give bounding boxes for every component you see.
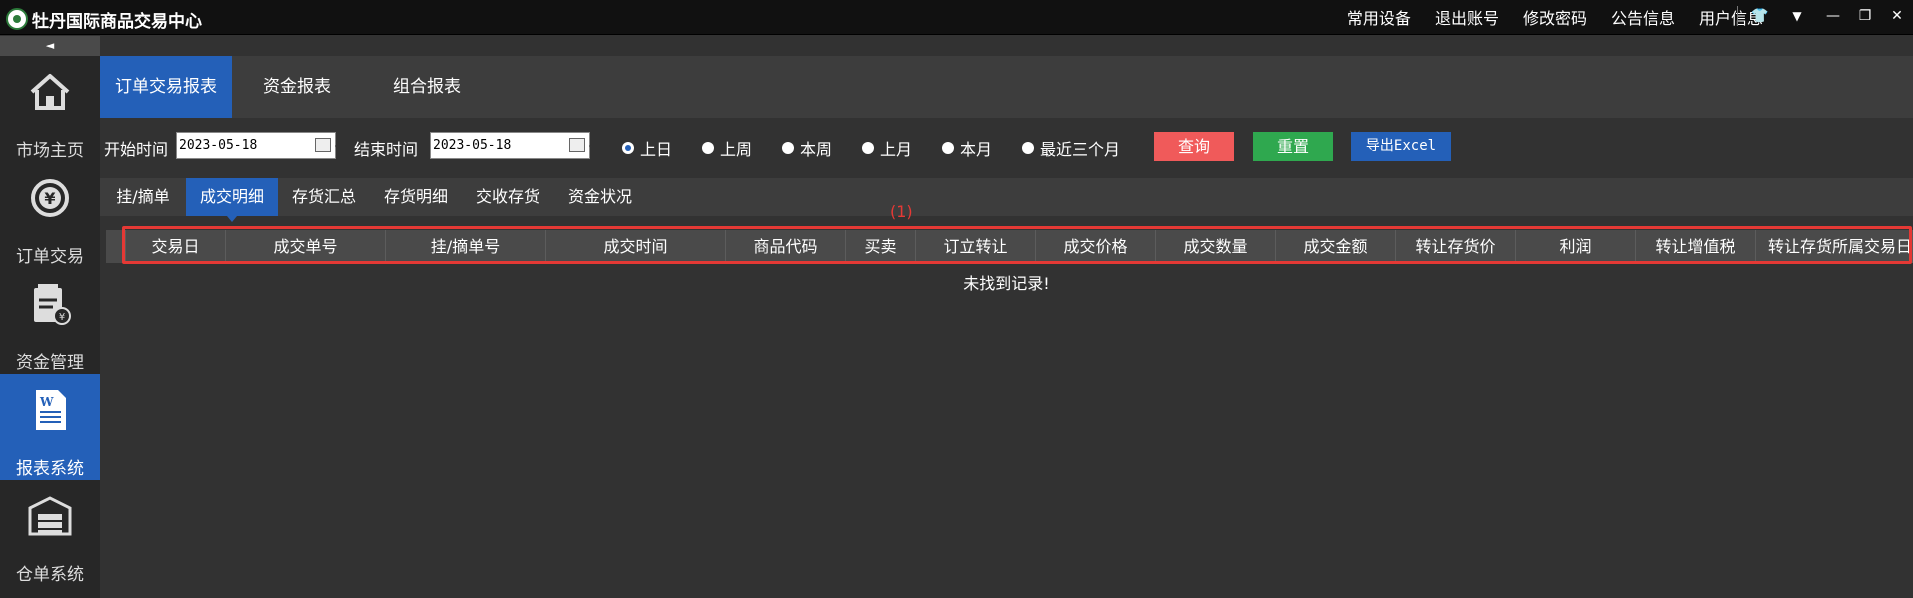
top-menu: 常用设备 退出账号 修改密码 公告信息 用户信息: [1323, 5, 1763, 29]
export-excel-button[interactable]: 导出Excel: [1351, 132, 1451, 161]
calendar-icon[interactable]: [569, 135, 594, 160]
radio-label: 本月: [960, 140, 993, 159]
svg-text:¥: ¥: [44, 189, 55, 208]
sidebar-item-label: 报表系统: [16, 459, 84, 479]
radio-label: 最近三个月: [1040, 140, 1121, 159]
radio-this-month[interactable]: 本月: [942, 136, 992, 160]
radio-last-three-months[interactable]: 最近三个月: [1022, 136, 1120, 160]
radio-label: 上周: [720, 140, 753, 159]
tab-trade-details[interactable]: 成交明细: [186, 178, 278, 222]
report-tabs: 订单交易报表 资金报表 组合报表: [100, 56, 1913, 118]
sidebar-item-order-trading[interactable]: ¥ 订单交易: [0, 162, 100, 268]
tab-delivery-inventory[interactable]: 交收存货: [462, 178, 554, 216]
app-window: 牡丹国际商品交易中心 常用设备 退出账号 修改密码 公告信息 用户信息 👕 ▼ …: [0, 0, 1913, 598]
theme-shirt-icon[interactable]: 👕: [1748, 6, 1772, 26]
home-icon: [30, 74, 70, 110]
annotation-label: (1): [890, 202, 913, 221]
sidebar-collapse-button[interactable]: ◄: [0, 36, 100, 56]
radio-this-week[interactable]: 本周: [782, 136, 832, 160]
sidebar-item-label: 资金管理: [16, 353, 84, 373]
radio-dot[interactable]: [942, 142, 954, 154]
tab-inventory-details[interactable]: 存货明细: [370, 178, 462, 216]
detail-tabs: 挂/摘单 成交明细 存货汇总 存货明细 交收存货 资金状况: [100, 178, 1913, 222]
yen-exchange-icon: ¥: [31, 179, 69, 217]
top-menu-common-devices[interactable]: 常用设备: [1347, 5, 1411, 29]
sidebar-item-market-home[interactable]: 市场主页: [0, 56, 100, 162]
start-time-label: 开始时间: [104, 140, 169, 159]
annotation-box: [122, 226, 1912, 264]
title-separator: [1737, 6, 1738, 26]
tab-fund-status[interactable]: 资金状况: [554, 178, 646, 216]
radio-dot[interactable]: [1022, 142, 1034, 154]
radio-dot[interactable]: [862, 142, 874, 154]
tab-combined-report[interactable]: 组合报表: [362, 56, 492, 118]
empty-state: 未找到记录!: [0, 270, 1913, 294]
app-title: 牡丹国际商品交易中心: [32, 12, 202, 32]
sidebar-item-report-system[interactable]: W 报表系统: [0, 374, 100, 480]
radio-last-month[interactable]: 上月: [862, 136, 912, 160]
top-menu-logout[interactable]: 退出账号: [1435, 5, 1499, 29]
tab-order-trading-report[interactable]: 订单交易报表: [100, 56, 232, 118]
end-date-input[interactable]: 2023-05-18: [430, 132, 594, 160]
sidebar-item-label: 订单交易: [16, 247, 84, 267]
radio-label: 本周: [800, 140, 833, 159]
sidebar-item-label: 仓单系统: [16, 565, 84, 585]
query-button[interactable]: 查询: [1154, 132, 1234, 161]
svg-text:¥: ¥: [59, 312, 65, 323]
radio-label: 上月: [880, 140, 913, 159]
tab-list-delist[interactable]: 挂/摘单: [100, 178, 186, 216]
end-date-value: 2023-05-18: [433, 138, 512, 153]
filter-bar: 开始时间 2023-05-18 结束时间 2023-05-18 上日 上周 本周…: [100, 118, 1913, 178]
reset-button[interactable]: 重置: [1253, 132, 1333, 161]
radio-dot[interactable]: [622, 142, 634, 154]
minimize-icon[interactable]: —: [1821, 6, 1845, 26]
radio-label: 上日: [640, 140, 673, 159]
svg-text:W: W: [39, 395, 54, 409]
restore-icon[interactable]: ❐: [1853, 6, 1877, 26]
radio-last-week[interactable]: 上周: [702, 136, 752, 160]
app-logo-icon: [6, 8, 28, 30]
empty-state-text: 未找到记录!: [963, 274, 1050, 293]
top-menu-announcements[interactable]: 公告信息: [1611, 5, 1675, 29]
close-icon[interactable]: ✕: [1885, 6, 1909, 26]
sidebar: 市场主页 ¥ 订单交易 ¥ 资金管理 W 报表系统 仓单系统: [0, 56, 100, 598]
sidebar-item-warehouse-receipt[interactable]: 仓单系统: [0, 480, 100, 586]
warehouse-icon: [28, 496, 72, 536]
end-time-label: 结束时间: [354, 140, 419, 159]
radio-dot[interactable]: [782, 142, 794, 154]
title-bar: 牡丹国际商品交易中心 常用设备 退出账号 修改密码 公告信息 用户信息 👕 ▼ …: [0, 0, 1913, 35]
start-date-value: 2023-05-18: [179, 138, 258, 153]
calendar-icon[interactable]: [315, 135, 340, 160]
sidebar-item-label: 市场主页: [16, 141, 84, 161]
tab-inventory-summary[interactable]: 存货汇总: [278, 178, 370, 216]
top-menu-change-password[interactable]: 修改密码: [1523, 5, 1587, 29]
dropdown-menu-icon[interactable]: ▼: [1785, 6, 1809, 26]
word-document-icon: W: [36, 390, 66, 430]
start-date-input[interactable]: 2023-05-18: [176, 132, 340, 160]
radio-dot[interactable]: [702, 142, 714, 154]
radio-previous-day[interactable]: 上日: [622, 136, 672, 160]
tab-fund-report[interactable]: 资金报表: [232, 56, 362, 118]
